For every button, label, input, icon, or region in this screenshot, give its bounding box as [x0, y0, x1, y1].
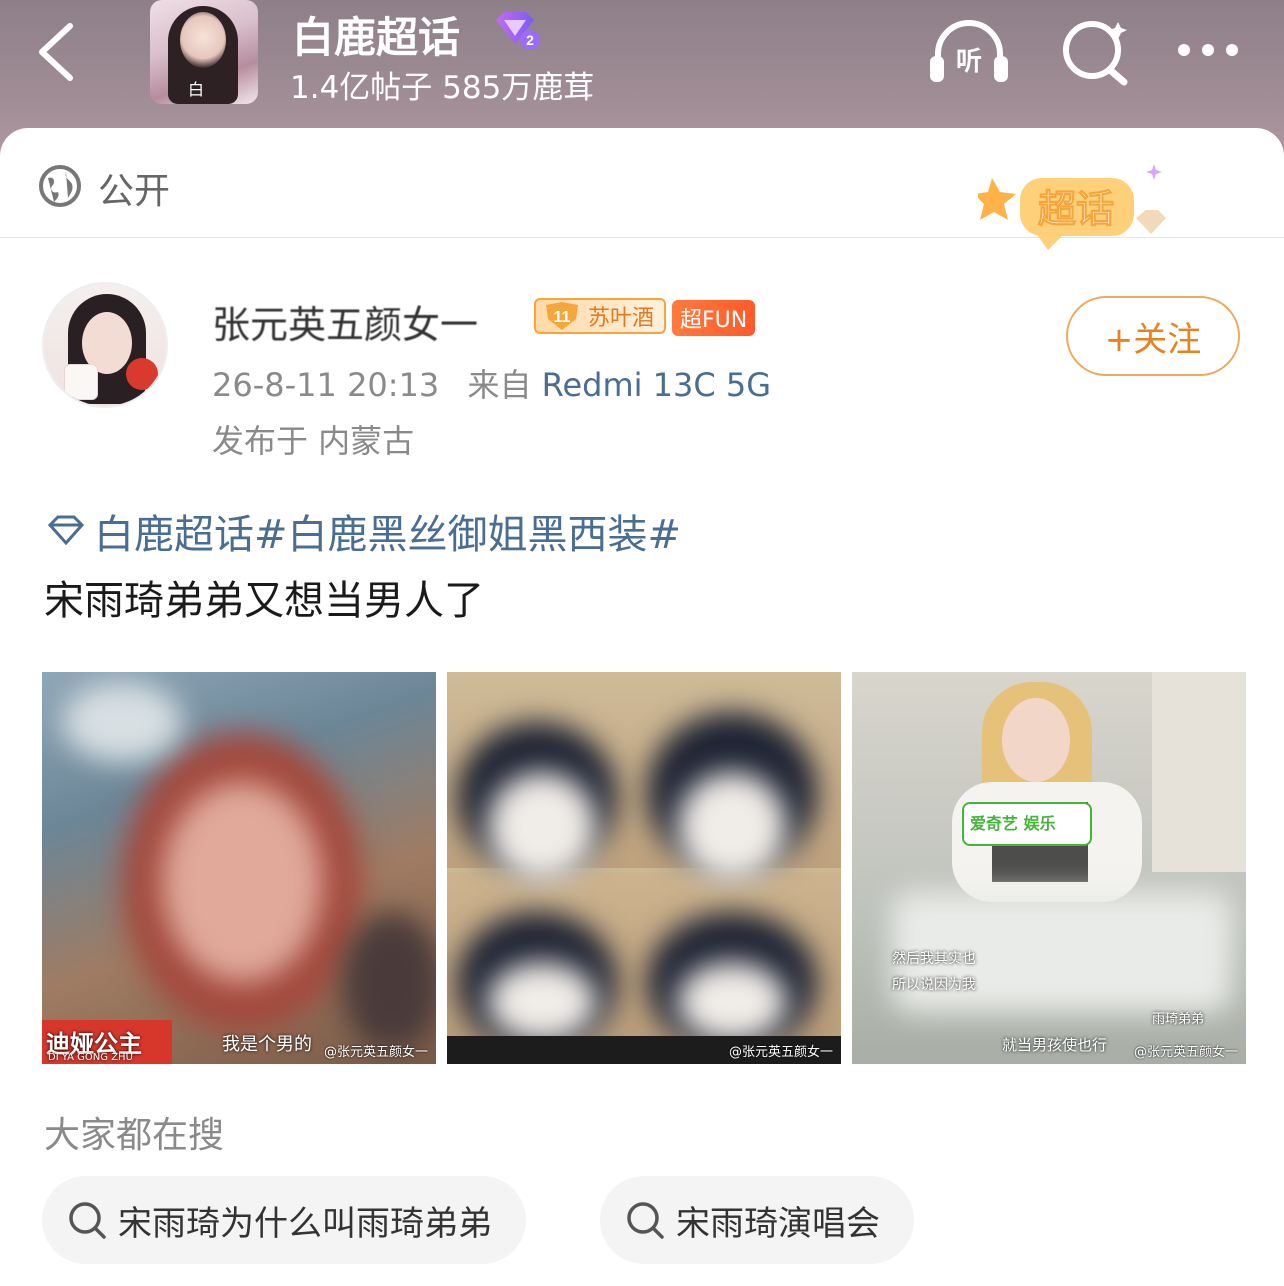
post-image-2[interactable]: @张元英五颜女一	[447, 672, 841, 1064]
post-sheet: 公开 超话 张元英五颜女一 11 苏叶酒 超FUN 26-8-11 20:13 …	[0, 128, 1284, 1286]
image-1-watermark: @张元英五颜女一	[323, 1045, 428, 1060]
image-2-watermark: @张元英五颜女一	[728, 1045, 833, 1060]
follow-button[interactable]: +关注	[1066, 296, 1240, 376]
image-1-show-pinyin: DI YA GONG ZHU	[48, 1052, 133, 1063]
post-text: 宋雨琦弟弟又想当男人了	[44, 578, 484, 624]
post-meta: 26-8-11 20:13 来自 Redmi 13C 5G	[212, 360, 771, 406]
diamond-level-icon: 2	[496, 12, 540, 50]
topic-text: 白鹿超话#白鹿黑丝御姐黑西装#	[94, 512, 682, 558]
search-chip-1[interactable]: 宋雨琦为什么叫雨琦弟弟	[42, 1176, 526, 1264]
supertopic-badge-icon: 超话	[978, 164, 1166, 250]
search-chip-2-label: 宋雨琦演唱会	[676, 1203, 880, 1244]
search-chip-1-label: 宋雨琦为什么叫雨琦弟弟	[118, 1203, 492, 1244]
source-prefix: 来自	[467, 366, 532, 404]
level-shield-icon: 11	[542, 301, 582, 331]
post-location: 发布于 内蒙古	[212, 422, 415, 460]
visibility-row: 公开 超话	[0, 128, 1284, 250]
svg-text:超话: 超话	[1038, 187, 1114, 231]
image-3-line-1: 然后我其实也	[892, 951, 976, 967]
globe-icon	[39, 165, 81, 207]
author-name[interactable]: 张元英五颜女一	[212, 294, 478, 349]
image-3-logo: 爱奇艺 娱乐	[970, 814, 1056, 833]
cover-text: 白	[188, 80, 205, 99]
search-section-title: 大家都在搜	[44, 1115, 225, 1156]
back-icon[interactable]	[30, 20, 90, 84]
svg-text:11: 11	[554, 309, 571, 326]
page-title: 白鹿超话	[292, 13, 461, 62]
fan-level-label: 苏叶酒	[588, 306, 655, 331]
post-image-1[interactable]: 迪娅公主 DI YA GONG ZHU 我是个男的 @张元英五颜女一	[42, 672, 436, 1064]
supertopic-cover[interactable]: 白	[150, 0, 258, 104]
listen-icon[interactable]: 听	[926, 16, 1012, 86]
search-icon	[627, 1202, 664, 1239]
post-image-3[interactable]: 爱奇艺 娱乐 然后我其实也 所以说因为我 雨琦弟弟 就当男孩使也行 @张元英五颜…	[852, 672, 1246, 1064]
svg-text:听: 听	[956, 47, 982, 77]
image-3-line-2: 所以说因为我	[892, 977, 976, 993]
svg-text:2: 2	[526, 32, 534, 48]
search-icon	[69, 1202, 106, 1239]
image-3-watermark: @张元英五颜女一	[1133, 1045, 1238, 1060]
search-icon[interactable]	[1054, 16, 1140, 86]
image-3-line-3: 就当男孩使也行	[1002, 1036, 1108, 1054]
visibility-label: 公开	[98, 171, 171, 212]
fun-badge[interactable]: 超FUN	[672, 300, 756, 336]
fan-level-badge[interactable]: 11 苏叶酒	[534, 298, 667, 334]
topic-link[interactable]: 白鹿超话#白鹿黑丝御姐黑西装#	[44, 502, 681, 560]
search-chip-2[interactable]: 宋雨琦演唱会	[600, 1176, 914, 1264]
page-subtitle: 1.4亿帖子 585万鹿茸	[290, 70, 595, 106]
device-link[interactable]: Redmi 13C 5G	[542, 366, 771, 404]
image-1-subtitle: 我是个男的	[222, 1034, 312, 1055]
more-icon[interactable]	[1170, 16, 1256, 86]
image-3-line-4: 雨琦弟弟	[1152, 1012, 1205, 1027]
post-time: 26-8-11 20:13	[212, 366, 440, 404]
author-avatar[interactable]	[42, 282, 168, 408]
supertopic-gem-icon	[47, 515, 85, 546]
